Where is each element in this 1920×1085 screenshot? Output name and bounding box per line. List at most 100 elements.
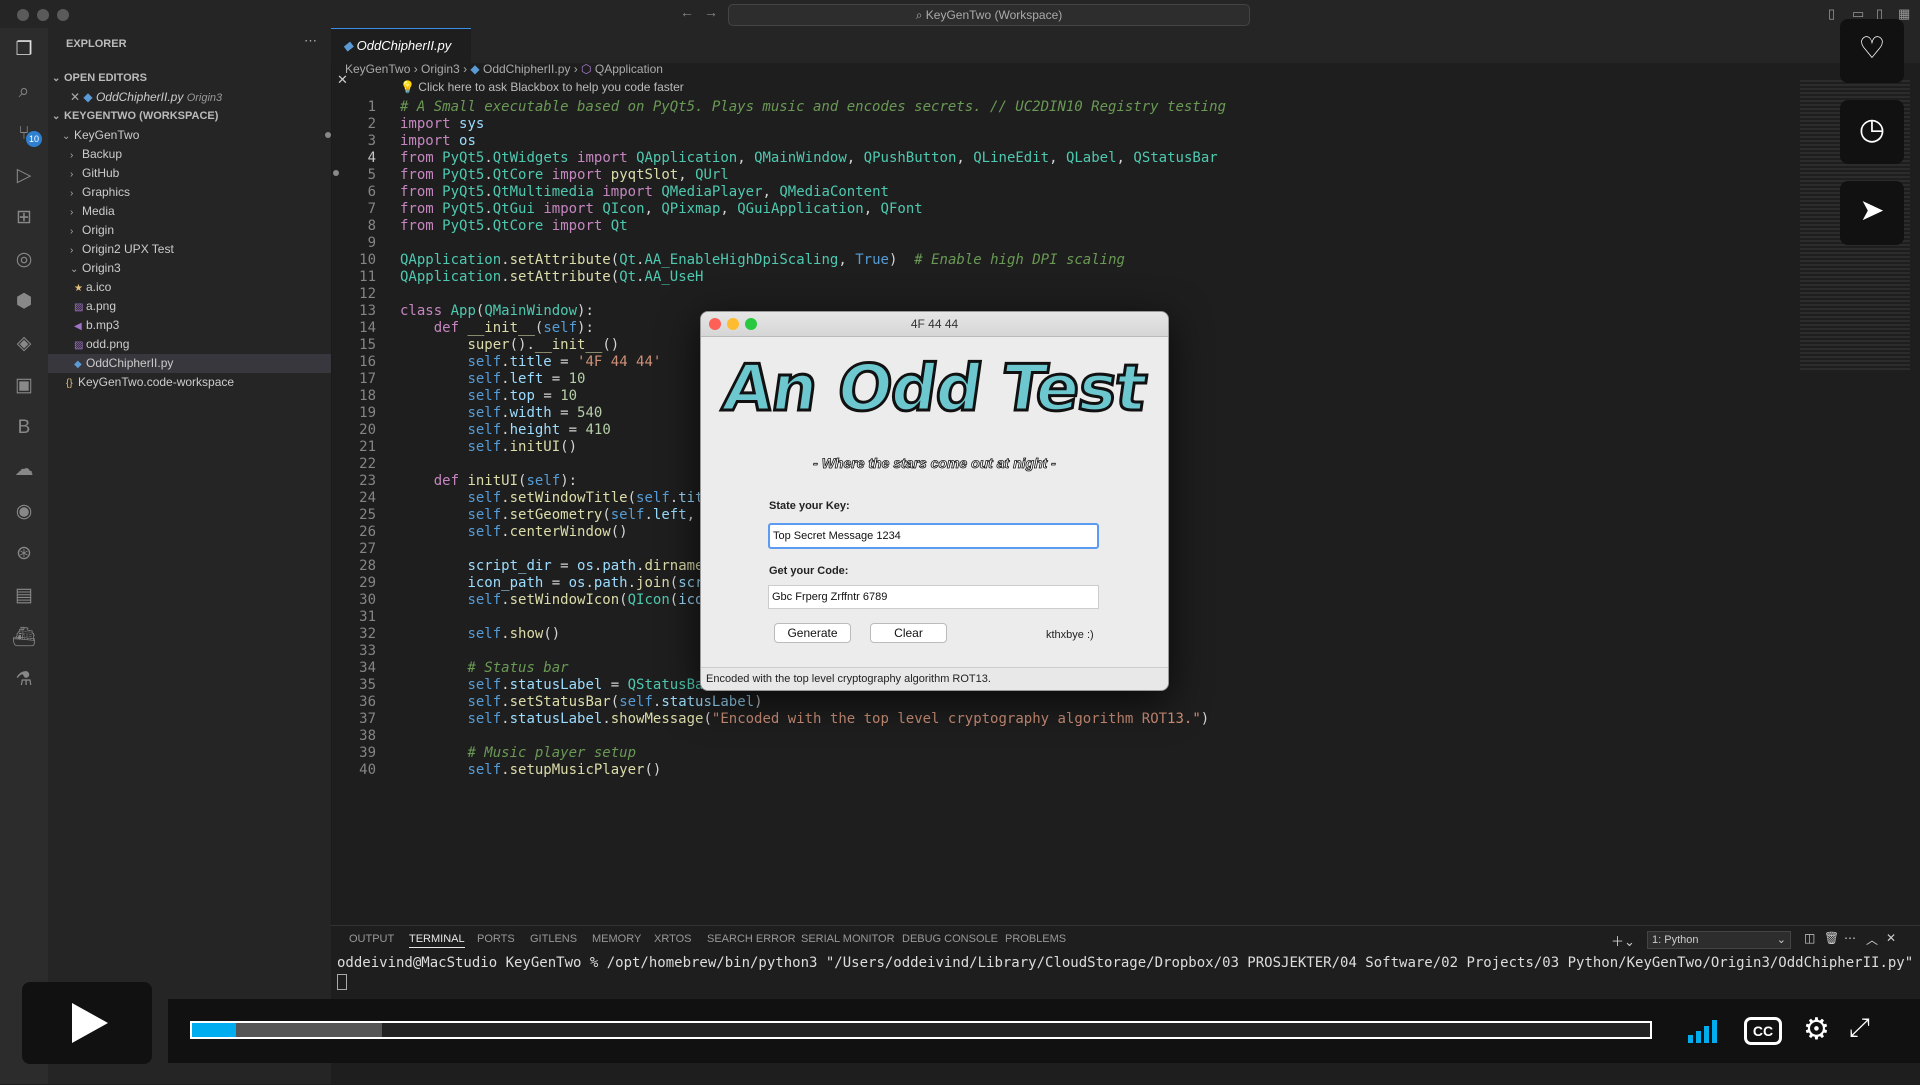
chevron-down-icon: ⌄ bbox=[52, 73, 61, 84]
tree-folder-origin[interactable]: › Origin bbox=[70, 221, 353, 240]
tree-folder-origin3[interactable]: ⌄ Origin3 bbox=[70, 259, 353, 278]
minimize-window-button[interactable] bbox=[37, 9, 49, 21]
breadcrumb-item[interactable]: OddChipherII.py bbox=[483, 62, 570, 76]
tree-folder-graphics[interactable]: › Graphics bbox=[70, 183, 353, 202]
tree-file-oddchipher[interactable]: ◆ OddChipherII.py bbox=[48, 354, 331, 373]
run-debug-icon[interactable]: ▷ bbox=[12, 164, 36, 188]
image-file-icon: ▨ bbox=[74, 340, 84, 351]
extensions-icon[interactable]: ⊞ bbox=[12, 206, 36, 230]
tree-folder-github[interactable]: › GitHub bbox=[70, 164, 353, 183]
git-graph-icon[interactable]: ◈ bbox=[12, 332, 36, 356]
toggle-sidebar-icon[interactable]: ▯ bbox=[1828, 6, 1835, 22]
remote-explorer-icon[interactable]: ◎ bbox=[12, 248, 36, 272]
panel-tab-terminal[interactable]: TERMINAL bbox=[409, 933, 465, 948]
video-progress-bar[interactable] bbox=[190, 1021, 1652, 1039]
key-input[interactable]: Top Secret Message 1234 bbox=[768, 523, 1099, 549]
tree-file-b-mp3[interactable]: ◀ b.mp3 bbox=[74, 316, 357, 335]
tree-file-odd-png[interactable]: ▨ odd.png bbox=[74, 335, 357, 354]
python-file-icon: ◆ bbox=[470, 62, 480, 76]
fullscreen-icon[interactable]: ⤢ bbox=[1849, 1012, 1870, 1044]
zoom-window-button[interactable] bbox=[57, 9, 69, 21]
close-panel-icon[interactable]: ✕ bbox=[1886, 931, 1896, 945]
forward-arrow-icon[interactable]: → bbox=[704, 4, 718, 20]
workspace-header[interactable]: ⌄ KEYGENTWO (WORKSPACE) bbox=[52, 107, 335, 126]
open-editor-item[interactable]: ✕ ◆ OddChipherII.py Origin3 bbox=[70, 88, 353, 107]
gitlens-icon[interactable]: ⊛ bbox=[12, 542, 36, 566]
more-actions-icon[interactable]: ⋯ bbox=[1844, 931, 1856, 945]
breadcrumb-item[interactable]: Origin3 bbox=[421, 62, 460, 76]
testing-icon[interactable]: ⚗ bbox=[12, 668, 36, 692]
search-icon[interactable]: ⌕ bbox=[12, 80, 36, 104]
blackbox-icon[interactable]: B bbox=[12, 416, 36, 440]
panel-tab-serial-monitor[interactable]: SERIAL MONITOR bbox=[801, 933, 895, 945]
open-editors-header[interactable]: ⌄ OPEN EDITORS bbox=[52, 69, 335, 88]
terminal-cursor bbox=[337, 974, 347, 990]
tree-folder-backup[interactable]: › Backup bbox=[70, 145, 353, 164]
docker-icon[interactable]: ⛴ bbox=[12, 626, 36, 650]
chat-icon[interactable]: ▤ bbox=[12, 584, 36, 608]
watch-later-button[interactable]: ◷ bbox=[1840, 100, 1904, 164]
trash-icon[interactable]: 🗑 bbox=[1824, 931, 1839, 945]
terminal-select[interactable]: 1: Python ⌄ bbox=[1647, 931, 1791, 949]
explorer-icon[interactable]: ❐ bbox=[12, 38, 36, 62]
terminal-output[interactable]: oddeivind@MacStudio KeyGenTwo % /opt/hom… bbox=[337, 955, 1913, 994]
code-text: import sys bbox=[400, 116, 485, 132]
breadcrumb-item[interactable]: KeyGenTwo bbox=[345, 62, 410, 76]
code-text: def __init__(self): bbox=[433, 320, 594, 336]
split-terminal-icon[interactable]: ◫ bbox=[1804, 931, 1815, 945]
code-text: def initUI(self): bbox=[433, 473, 578, 489]
panel-tab-ports[interactable]: PORTS bbox=[477, 933, 515, 945]
panel-tab-xrtos[interactable]: XRTOS bbox=[654, 933, 692, 945]
tree-file-a-png[interactable]: ▨ a.png bbox=[74, 297, 357, 316]
github-icon[interactable]: ◉ bbox=[12, 500, 36, 524]
clear-button[interactable]: Clear bbox=[870, 623, 947, 643]
panel-tab-output[interactable]: OUTPUT bbox=[349, 933, 394, 945]
closed-captions-icon[interactable]: CC bbox=[1744, 1017, 1782, 1045]
code-output-field[interactable]: Gbc Frperg Zrffntr 6789 bbox=[768, 585, 1099, 609]
dialog-close-button[interactable] bbox=[709, 318, 721, 330]
cloud-icon[interactable]: ☁ bbox=[12, 458, 36, 482]
close-icon[interactable]: ✕ bbox=[70, 90, 83, 104]
breadcrumb-item[interactable]: QApplication bbox=[595, 62, 663, 76]
panel-tab-memory[interactable]: MEMORY bbox=[592, 933, 641, 945]
tree-folder-media[interactable]: › Media bbox=[70, 202, 353, 221]
share-button[interactable]: ➤ bbox=[1840, 181, 1904, 245]
app-tagline: - Where the stars come out at night - bbox=[813, 455, 1057, 472]
maximize-panel-icon[interactable]: ︿ bbox=[1866, 931, 1878, 948]
panel-tab-gitlens[interactable]: GITLENS bbox=[530, 933, 577, 945]
panel-tab-problems[interactable]: PROBLEMS bbox=[1005, 933, 1066, 945]
tab-oddchipher[interactable]: ◆ OddChipherII.py ✕ bbox=[331, 28, 471, 87]
panel-tab-debug-console[interactable]: DEBUG CONSOLE bbox=[902, 933, 998, 945]
command-center-search[interactable]: ⌕ KeyGenTwo (Workspace) bbox=[728, 4, 1250, 26]
tree-folder-keygentwo[interactable]: ⌄ KeyGenTwo bbox=[62, 126, 345, 145]
python-file-icon: ◆ bbox=[74, 359, 82, 370]
close-window-button[interactable] bbox=[17, 9, 29, 21]
tree-folder-origin2[interactable]: › Origin2 UPX Test bbox=[70, 240, 353, 259]
window-title: KeyGenTwo (Workspace) bbox=[925, 8, 1063, 22]
play-icon bbox=[72, 1003, 108, 1043]
back-arrow-icon[interactable]: ← bbox=[680, 4, 694, 20]
code-text: from PyQt5.QtMultimedia import QMediaPla… bbox=[400, 184, 889, 200]
pieces-icon[interactable]: ▣ bbox=[12, 374, 36, 398]
more-actions-icon[interactable]: ⋯ bbox=[304, 33, 317, 49]
code-text: # A Small executable based on PyQt5. Pla… bbox=[400, 99, 1227, 115]
code-line[interactable]: 40 self.setupMusicPlayer() bbox=[331, 760, 661, 781]
dialog-zoom-button[interactable] bbox=[745, 318, 757, 330]
generate-button[interactable]: Generate bbox=[774, 623, 851, 643]
like-button[interactable]: ♡ bbox=[1840, 19, 1904, 83]
code-text: self.height = 410 bbox=[467, 422, 611, 438]
new-terminal-icon[interactable]: ＋⌄ bbox=[1611, 931, 1635, 950]
chevron-down-icon: ⌄ bbox=[70, 264, 79, 275]
code-text: # Status bar bbox=[400, 660, 569, 676]
tree-file-workspace[interactable]: {} KeyGenTwo.code-workspace bbox=[66, 373, 349, 392]
play-button[interactable] bbox=[22, 982, 152, 1064]
blackbox-hint[interactable]: 💡 Click here to ask Blackbox to help you… bbox=[400, 80, 684, 94]
tree-file-a-ico[interactable]: ★ a.ico bbox=[74, 278, 357, 297]
dialog-minimize-button[interactable] bbox=[727, 318, 739, 330]
python-icon[interactable]: ⬢ bbox=[12, 290, 36, 314]
settings-gear-icon[interactable]: ⚙ bbox=[1803, 1012, 1830, 1047]
panel-tab-search-error[interactable]: SEARCH ERROR bbox=[707, 933, 796, 945]
code-line[interactable]: 37 self.statusLabel.showMessage("Encoded… bbox=[331, 709, 1209, 730]
code-text: # Music player setup bbox=[400, 745, 637, 761]
volume-icon[interactable] bbox=[1686, 1017, 1724, 1045]
